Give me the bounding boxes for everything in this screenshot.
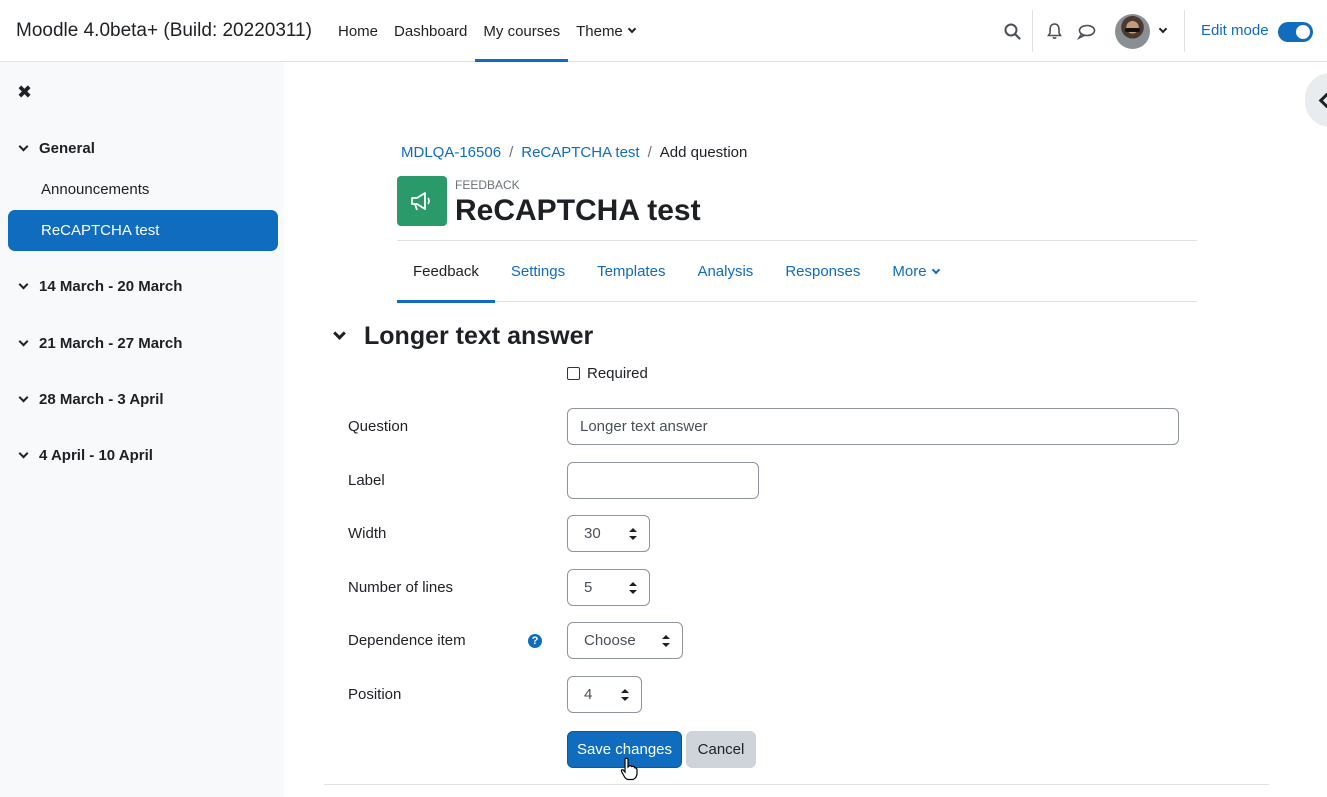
chevron-down-icon [627, 24, 637, 34]
width-select[interactable]: 30 [567, 515, 650, 552]
chevron-down-icon [18, 336, 29, 346]
edit-mode-label[interactable]: Edit mode [1201, 22, 1269, 39]
navbar-divider [1032, 10, 1033, 52]
breadcrumb-course[interactable]: MDLQA-16506 [401, 144, 501, 161]
cancel-button[interactable]: Cancel [686, 731, 756, 768]
select-arrows-icon [629, 528, 637, 540]
number-of-lines-label: Number of lines [348, 579, 454, 596]
section-week-1[interactable]: 14 March - 20 March [18, 278, 183, 295]
section-label: 21 March - 27 March [39, 335, 183, 352]
breadcrumb-separator: / [647, 144, 652, 161]
section-label: 28 March - 3 April [39, 391, 164, 408]
nav-home[interactable]: Home [330, 0, 386, 62]
messages-icon[interactable] [1075, 20, 1097, 42]
user-avatar[interactable] [1115, 14, 1150, 49]
section-week-2[interactable]: 21 March - 27 March [18, 335, 183, 352]
page-title: ReCAPTCHA test [455, 194, 701, 227]
question-input[interactable]: Longer text answer [567, 408, 1179, 445]
width-label: Width [348, 525, 387, 542]
chevron-down-icon [18, 141, 29, 151]
section-general[interactable]: General [18, 140, 95, 157]
chevron-down-icon [333, 327, 346, 340]
breadcrumb-activity[interactable]: ReCAPTCHA test [521, 144, 639, 161]
hand-pointer-cursor-icon [620, 757, 638, 785]
tab-more-label: More [892, 263, 927, 280]
nav-theme-label: Theme [576, 22, 623, 40]
help-question-icon[interactable]: ? [528, 634, 542, 648]
dependence-item-value: Choose [584, 632, 636, 649]
required-checkbox-row: Required [567, 365, 648, 382]
required-checkbox[interactable] [567, 367, 580, 380]
section-week-3[interactable]: 28 March - 3 April [18, 391, 164, 408]
position-value: 4 [584, 686, 593, 703]
secondary-navigation: Feedback Settings Templates Analysis Res… [397, 240, 1197, 303]
bell-icon[interactable] [1043, 20, 1065, 42]
navbar-divider [1184, 10, 1185, 52]
dependence-item-label: Dependence item [348, 632, 466, 649]
user-menu-chevron-icon[interactable] [1152, 20, 1174, 42]
number-of-lines-value: 5 [584, 579, 593, 596]
width-value: 30 [584, 525, 601, 542]
breadcrumb: MDLQA-16506 / ReCAPTCHA test / Add quest… [401, 144, 747, 161]
tab-responses[interactable]: Responses [769, 241, 876, 302]
site-name[interactable]: Moodle 4.0beta+ (Build: 20220311) [16, 20, 312, 42]
required-label[interactable]: Required [587, 365, 648, 382]
tab-feedback[interactable]: Feedback [397, 241, 495, 303]
select-arrows-icon [662, 635, 670, 647]
edit-mode-toggle[interactable] [1278, 22, 1313, 42]
tab-analysis[interactable]: Analysis [681, 241, 769, 302]
drawer-item-announcements[interactable]: Announcements [8, 169, 278, 210]
select-arrows-icon [621, 689, 629, 701]
chevron-down-icon [18, 279, 29, 289]
select-arrows-icon [629, 582, 637, 594]
search-icon[interactable] [1001, 20, 1023, 42]
tab-more[interactable]: More [876, 241, 954, 302]
top-navbar: Moodle 4.0beta+ (Build: 20220311) Home D… [0, 0, 1327, 62]
label-input[interactable] [567, 462, 759, 499]
nav-dashboard[interactable]: Dashboard [386, 0, 475, 62]
nav-my-courses[interactable]: My courses [475, 0, 568, 62]
section-label: General [39, 140, 95, 157]
fieldset-divider [324, 784, 1269, 785]
breadcrumb-separator: / [509, 144, 514, 161]
section-label: 14 March - 20 March [39, 278, 183, 295]
tab-templates[interactable]: Templates [581, 241, 681, 302]
section-label: 4 April - 10 April [39, 447, 153, 464]
chevron-down-icon [931, 265, 940, 274]
feedback-megaphone-icon [397, 176, 447, 226]
nav-theme[interactable]: Theme [568, 0, 643, 62]
tab-settings[interactable]: Settings [495, 241, 581, 302]
drawer-item-recaptcha-test[interactable]: ReCAPTCHA test [8, 210, 278, 251]
primary-navigation: Home Dashboard My courses Theme [330, 0, 643, 62]
fieldset-legend[interactable]: Longer text answer [333, 322, 593, 351]
breadcrumb-current: Add question [659, 144, 748, 161]
position-select[interactable]: 4 [567, 676, 642, 713]
chevron-down-icon [18, 392, 29, 402]
number-of-lines-select[interactable]: 5 [567, 569, 650, 606]
block-drawer-toggle-icon[interactable] [1305, 73, 1327, 127]
close-icon[interactable]: ✖ [17, 83, 35, 101]
chevron-down-icon [18, 448, 29, 458]
module-type-label: FEEDBACK [455, 178, 520, 192]
dependence-item-select[interactable]: Choose [567, 622, 683, 659]
section-week-4[interactable]: 4 April - 10 April [18, 447, 153, 464]
position-label: Position [348, 686, 402, 703]
question-label: Question [348, 418, 409, 435]
label-field-label: Label [348, 472, 385, 489]
fieldset-title: Longer text answer [364, 322, 594, 350]
